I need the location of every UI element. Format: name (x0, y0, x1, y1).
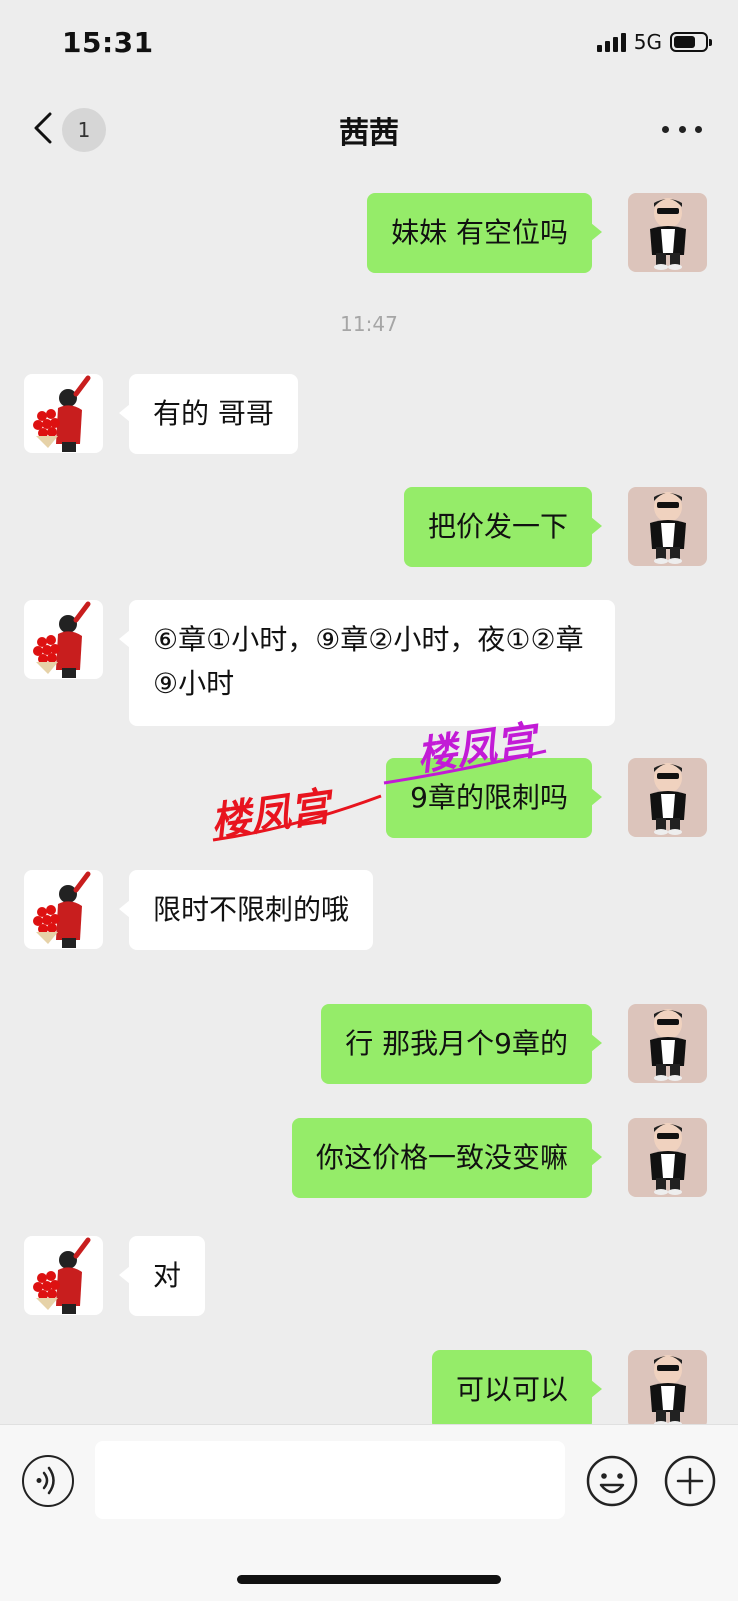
man-avatar-icon (650, 1355, 686, 1424)
message-input[interactable] (95, 1441, 565, 1519)
home-indicator[interactable] (237, 1575, 501, 1584)
emoji-icon (586, 1455, 638, 1507)
message-bubble-self[interactable]: 可以可以 (431, 1350, 603, 1424)
signal-icon (596, 32, 626, 52)
chat-header: 1 茜茜 (0, 86, 738, 176)
message-list[interactable]: 妹妹 有空位吗 11:47 有的 哥哥 把价发一下 ⑥章①小时，⑨章②小时，夜①… (0, 176, 738, 1424)
message-bubble-peer[interactable]: 限时不限刺的哦 (118, 870, 374, 950)
message-bubble-self[interactable]: 妹妹 有空位吗 (367, 193, 602, 273)
message-timestamp: 11:47 (340, 312, 398, 336)
voice-button[interactable] (22, 1455, 74, 1507)
chat-title: 茜茜 (339, 116, 399, 151)
contact-avatar[interactable] (24, 870, 103, 949)
my-avatar[interactable] (628, 758, 707, 837)
girl-roses-avatar-icon (33, 871, 91, 948)
watermark-swoosh-red (212, 794, 382, 842)
status-time: 15:31 (62, 26, 154, 59)
battery-icon (670, 32, 712, 52)
girl-roses-avatar-icon (33, 601, 91, 678)
my-avatar[interactable] (628, 487, 707, 566)
message-bubble-peer[interactable]: 有的 哥哥 (119, 374, 298, 454)
girl-roses-avatar-icon (33, 1237, 91, 1314)
message-bubble-self[interactable]: 行 那我月个9章的 (321, 1004, 602, 1084)
girl-roses-avatar-icon (33, 375, 91, 452)
message-bubble-peer[interactable]: ⑥章①小时，⑨章②小时，夜①②章⑨小时 (119, 600, 615, 726)
man-avatar-icon (650, 492, 686, 564)
my-avatar[interactable] (628, 1350, 707, 1424)
contact-avatar[interactable] (24, 600, 103, 679)
network-type: 5G (633, 30, 662, 54)
status-indicators: 5G (596, 30, 712, 54)
man-avatar-icon (650, 763, 686, 835)
message-bubble-self[interactable]: 把价发一下 (403, 487, 603, 567)
more-icon (662, 125, 669, 133)
voice-icon (36, 1466, 55, 1495)
message-bubble-peer[interactable]: 对 (118, 1236, 206, 1316)
my-avatar[interactable] (628, 193, 707, 272)
man-avatar-icon (650, 1123, 686, 1195)
contact-avatar[interactable] (24, 374, 103, 453)
emoji-button[interactable] (586, 1455, 638, 1507)
plus-icon (664, 1455, 716, 1507)
man-avatar-icon (650, 198, 686, 270)
contact-avatar[interactable] (24, 1236, 103, 1315)
status-bar: 15:31 5G (0, 0, 738, 86)
input-bar (0, 1424, 738, 1601)
message-bubble-self[interactable]: 你这价格一致没变嘛 (291, 1118, 603, 1198)
watermark-swoosh-purple (383, 749, 547, 785)
my-avatar[interactable] (628, 1118, 707, 1197)
man-avatar-icon (650, 1009, 686, 1081)
my-avatar[interactable] (628, 1004, 707, 1083)
more-button[interactable] (662, 114, 702, 144)
more-actions-button[interactable] (664, 1455, 716, 1507)
